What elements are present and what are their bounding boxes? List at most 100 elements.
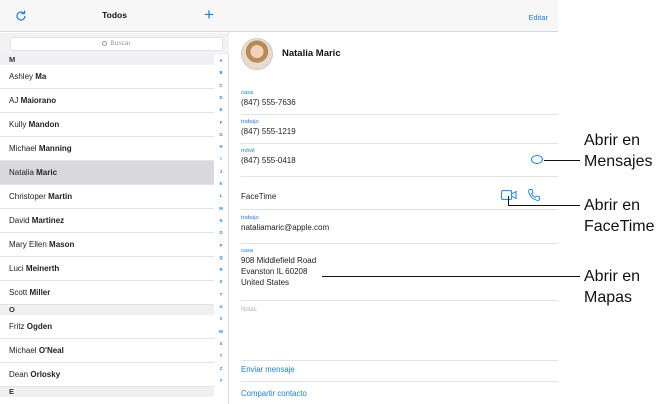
field-label: móvil (241, 148, 255, 154)
contact-last-name: Ogden (26, 322, 53, 331)
search-input[interactable]: Buscar (10, 37, 223, 51)
contact-row[interactable]: Kully Mandon (0, 113, 214, 137)
index-letter[interactable]: Y (214, 353, 228, 358)
callout-facetime: Abrir en FaceTime (584, 195, 655, 237)
callout-messages-line1: Abrir en (584, 132, 641, 149)
contact-last-name: Martin (48, 192, 73, 201)
message-bubble-icon[interactable] (531, 155, 543, 164)
facetime-audio-icon[interactable] (527, 188, 541, 202)
contact-row[interactable]: AJ Maiorano (0, 89, 214, 113)
index-letter[interactable]: H (214, 144, 228, 149)
callout-facetime-line2: FaceTime (584, 218, 655, 235)
contact-row[interactable]: Ashley Ma (0, 65, 214, 89)
contact-last-name: Orlosky (30, 370, 61, 379)
index-letter[interactable]: Q (214, 255, 228, 260)
field-value: nataliamaric@apple.com (241, 223, 330, 232)
contact-last-name: Miller (29, 288, 51, 297)
field-label: trabajo (241, 215, 259, 221)
contacts-title: Todos (102, 10, 127, 20)
callout-maps: Abrir en Mapas (584, 266, 640, 308)
avatar (241, 38, 273, 70)
divider (241, 300, 558, 301)
contact-first-name: Michael (9, 346, 37, 355)
index-letter[interactable]: F (214, 120, 228, 125)
index-letter[interactable]: X (214, 341, 228, 346)
index-letter[interactable]: R (214, 267, 228, 272)
notes-field[interactable]: Notas (241, 307, 257, 313)
ipad-screen: Todos + Buscar M Ashley Ma AJ Maiorano K… (0, 0, 558, 404)
contact-row[interactable]: David Martinez (0, 209, 214, 233)
divider (241, 176, 558, 177)
index-letter[interactable]: U (214, 304, 228, 309)
contact-first-name: David (9, 216, 30, 225)
index-letter[interactable]: E (214, 107, 228, 112)
index-letter[interactable]: S (214, 279, 228, 284)
send-message-link[interactable]: Enviar mensaje (241, 365, 295, 374)
add-contact-button[interactable]: + (204, 6, 214, 23)
contact-row[interactable]: Luci Meinerth (0, 257, 214, 281)
contact-row-selected[interactable]: Natalia Maric (0, 161, 214, 185)
field-label: casa (241, 248, 254, 254)
index-letter[interactable]: T (214, 292, 228, 297)
index-letter[interactable]: O (214, 230, 228, 235)
index-letter[interactable]: J (214, 169, 228, 174)
index-letter[interactable]: Z (214, 366, 228, 371)
contact-row[interactable]: Dean Orlosky (0, 363, 214, 387)
contact-row[interactable]: Mary Ellen Mason (0, 233, 214, 257)
address-line-3: United States (241, 278, 290, 287)
alphabet-index[interactable]: A B C D E F G H I J K L M N O P Q R S T … (214, 58, 228, 404)
phone-mobile[interactable]: móvil (847) 555-0418 (241, 148, 551, 166)
share-contact-link[interactable]: Compartir contacto (241, 389, 307, 398)
index-letter[interactable]: V (214, 316, 228, 321)
divider (241, 243, 558, 244)
index-letter[interactable]: I (214, 156, 228, 161)
contact-first-name: Natalia (9, 168, 34, 177)
contact-first-name: Michael (9, 144, 37, 153)
callout-line-messages (544, 160, 580, 162)
index-letter[interactable]: A (214, 58, 228, 63)
contacts-nav-bar: Todos + (0, 0, 229, 32)
facetime-label: FaceTime (241, 192, 277, 201)
index-letter[interactable]: C (214, 83, 228, 88)
address-field[interactable]: casa 908 Middlefield Road Evanston IL 60… (241, 248, 551, 288)
edit-button[interactable]: Editar (528, 13, 548, 22)
index-letter[interactable]: G (214, 132, 228, 137)
callout-messages: Abrir en Mensajes (584, 130, 652, 172)
divider (241, 360, 558, 361)
phone-home[interactable]: casa (847) 555-7636 (241, 90, 551, 108)
index-letter[interactable]: N (214, 218, 228, 223)
contact-row[interactable]: Fritz Ogden (0, 315, 214, 339)
contact-first-name: Ashley (9, 72, 34, 81)
index-letter[interactable]: # (214, 378, 228, 383)
index-letter[interactable]: M (214, 206, 228, 211)
contact-last-name: Meinerth (25, 264, 60, 273)
section-header-m: M (0, 55, 214, 65)
index-letter[interactable]: D (214, 95, 228, 100)
field-label: trabajo (241, 119, 259, 125)
contact-last-name: Maiorano (20, 96, 57, 105)
contact-row[interactable]: Michael Manning (0, 137, 214, 161)
index-letter[interactable]: K (214, 181, 228, 186)
contact-first-name: Mary Ellen (9, 240, 47, 249)
contact-last-name: Mandon (28, 120, 60, 129)
divider (241, 143, 558, 144)
index-letter[interactable]: W (214, 329, 228, 334)
field-value: (847) 555-7636 (241, 98, 296, 107)
contact-row[interactable]: Christoper Martin (0, 185, 214, 209)
index-letter[interactable]: L (214, 193, 228, 198)
index-letter[interactable]: B (214, 70, 228, 75)
phone-work[interactable]: trabajo (847) 555-1219 (241, 119, 551, 137)
contact-row[interactable]: Michael O'Neal (0, 339, 214, 363)
contact-name: Natalia Maric (282, 48, 341, 59)
index-letter[interactable]: P (214, 243, 228, 248)
contact-first-name: AJ (9, 96, 19, 105)
contact-last-name: Manning (38, 144, 72, 153)
contact-first-name: Luci (9, 264, 24, 273)
contact-last-name: Martinez (31, 216, 65, 225)
email-field[interactable]: trabajo nataliamaric@apple.com (241, 215, 551, 233)
contact-first-name: Christoper (9, 192, 46, 201)
divider (241, 209, 558, 210)
section-header-e: E (0, 387, 214, 397)
contact-row[interactable]: Scott Miller (0, 281, 214, 305)
search-placeholder: Buscar (110, 40, 131, 47)
